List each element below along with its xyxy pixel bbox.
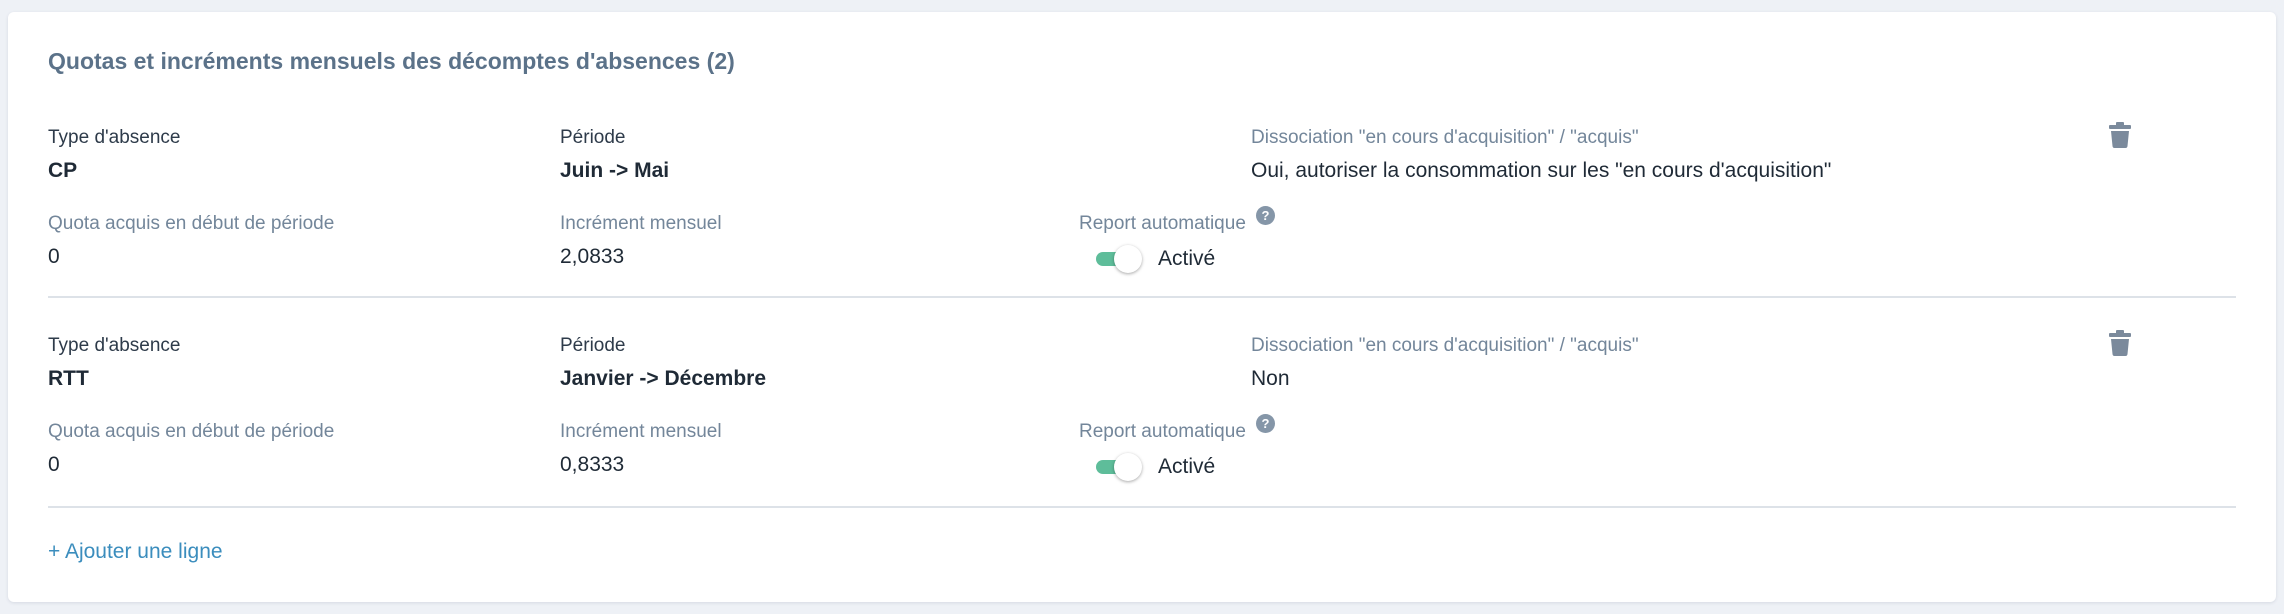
row-divider bbox=[48, 296, 2236, 298]
report-toggle-group: Activé bbox=[1096, 244, 1215, 274]
section-title: Quotas et incréments mensuels des décomp… bbox=[48, 48, 735, 74]
absence-row: Type d'absence CP Période Juin -> Mai Di… bbox=[48, 122, 2236, 332]
dissociation-value: Oui, autoriser la consommation sur les "… bbox=[1251, 159, 1832, 182]
quota-label: Quota acquis en début de période bbox=[48, 213, 335, 234]
dissociation-label: Dissociation "en cours d'acquisition" / … bbox=[1251, 127, 1639, 148]
increment-value: 0,8333 bbox=[560, 453, 625, 476]
absence-type-value: RTT bbox=[48, 367, 89, 390]
report-state-label: Activé bbox=[1158, 455, 1216, 478]
quota-field: Quota acquis en début de période 0 bbox=[48, 420, 334, 478]
period-label: Période bbox=[560, 335, 626, 356]
row-divider bbox=[48, 506, 2236, 508]
increment-field: Incrément mensuel 2,0833 bbox=[560, 212, 722, 270]
quota-value: 0 bbox=[48, 245, 60, 268]
report-toggle[interactable] bbox=[1096, 245, 1142, 273]
report-field: Report automatique bbox=[1079, 420, 1246, 444]
absence-type-value: CP bbox=[48, 159, 78, 182]
dissociation-field: Dissociation "en cours d'acquisition" / … bbox=[1251, 126, 1831, 184]
help-icon[interactable]: ? bbox=[1256, 414, 1275, 433]
help-icon[interactable]: ? bbox=[1256, 206, 1275, 225]
dissociation-field: Dissociation "en cours d'acquisition" / … bbox=[1251, 334, 1639, 392]
report-field: Report automatique bbox=[1079, 212, 1246, 236]
toggle-knob bbox=[1114, 453, 1142, 481]
absence-quotas-card: Quotas et incréments mensuels des décomp… bbox=[8, 12, 2276, 602]
increment-label: Incrément mensuel bbox=[560, 421, 722, 442]
trash-icon[interactable] bbox=[2109, 330, 2131, 356]
quota-value: 0 bbox=[48, 453, 60, 476]
absence-type-label: Type d'absence bbox=[48, 127, 181, 148]
dissociation-value: Non bbox=[1251, 367, 1290, 390]
report-label: Report automatique bbox=[1079, 213, 1246, 234]
add-line-link[interactable]: + Ajouter une ligne bbox=[48, 540, 223, 564]
report-label: Report automatique bbox=[1079, 421, 1246, 442]
report-toggle-group: Activé bbox=[1096, 452, 1215, 482]
increment-value: 2,0833 bbox=[560, 245, 625, 268]
period-label: Période bbox=[560, 127, 626, 148]
report-toggle[interactable] bbox=[1096, 453, 1142, 481]
report-state-label: Activé bbox=[1158, 247, 1216, 270]
increment-label: Incrément mensuel bbox=[560, 213, 722, 234]
absence-type-field: Type d'absence CP bbox=[48, 126, 181, 184]
toggle-knob bbox=[1114, 245, 1142, 273]
quota-field: Quota acquis en début de période 0 bbox=[48, 212, 334, 270]
absence-row: Type d'absence RTT Période Janvier -> Dé… bbox=[48, 330, 2236, 540]
period-value: Juin -> Mai bbox=[560, 159, 670, 182]
absence-type-label: Type d'absence bbox=[48, 335, 181, 356]
increment-field: Incrément mensuel 0,8333 bbox=[560, 420, 722, 478]
dissociation-label: Dissociation "en cours d'acquisition" / … bbox=[1251, 335, 1639, 356]
quota-label: Quota acquis en début de période bbox=[48, 421, 335, 442]
period-field: Période Juin -> Mai bbox=[560, 126, 669, 184]
trash-icon[interactable] bbox=[2109, 122, 2131, 148]
period-value: Janvier -> Décembre bbox=[560, 367, 767, 390]
absence-type-field: Type d'absence RTT bbox=[48, 334, 181, 392]
period-field: Période Janvier -> Décembre bbox=[560, 334, 766, 392]
